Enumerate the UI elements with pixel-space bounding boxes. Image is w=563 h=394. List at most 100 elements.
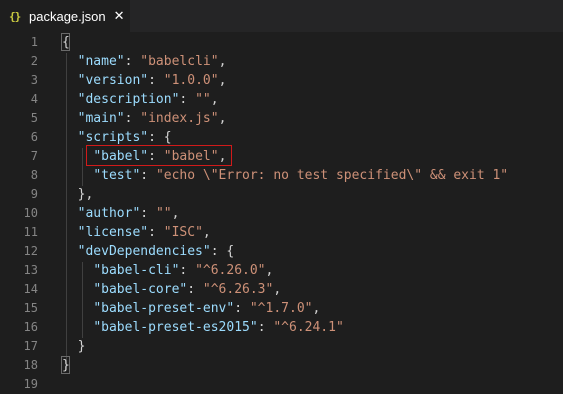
line-number: 8 [30,168,38,182]
json-key: "devDependencies" [77,244,211,259]
code-line[interactable]: 6 "scripts": { [0,128,563,147]
code-text: "test": "echo \"Error: no test specified… [62,166,508,185]
code-line[interactable]: 7 "babel": "babel", [0,147,563,166]
code-text: "version": "1.0.0", [62,71,227,90]
json-punctuation: , [171,206,180,221]
json-punctuation: : [140,206,156,221]
json-string: "" [155,206,172,221]
json-key: "babel-cli" [93,263,180,278]
line-number: 14 [23,282,38,296]
json-braces-icon: {} [9,9,21,23]
code-line[interactable]: 4 "description": "", [0,90,563,109]
line-number: 15 [23,301,38,315]
tab-package-json[interactable]: {} package.json ✕ [0,0,130,32]
json-key: "scripts" [77,130,149,145]
code-text: "babel-preset-es2015": "^6.24.1" [62,318,344,337]
json-punctuation: : [179,263,196,278]
code-line[interactable]: 1{ [0,33,563,52]
json-key: "babel-preset-es2015" [93,320,258,335]
json-punctuation: : { [210,244,235,259]
code-line[interactable]: 10 "author": "", [0,204,563,223]
json-punctuation: : [148,225,164,240]
code-text: "devDependencies": { [62,242,235,261]
code-line[interactable]: 12 "devDependencies": { [0,242,563,261]
json-punctuation: : [234,301,250,316]
line-number: 7 [30,149,38,163]
json-punctuation: , [210,92,219,107]
code-text: "babel-preset-env": "^1.7.0", [62,299,320,318]
line-number: 3 [30,73,38,87]
line-number: 11 [23,225,38,239]
json-punctuation: , [202,225,211,240]
code-text: } [62,337,86,356]
json-punctuation: , [218,54,227,69]
code-text: "license": "ISC", [62,223,211,242]
json-punctuation: : [179,92,196,107]
code-text: "description": "", [62,90,219,109]
line-number: 2 [30,54,38,68]
line-number: 18 [23,358,38,372]
json-string: "^6.26.3" [202,282,274,297]
json-punctuation: : [148,73,164,88]
matching-bracket [61,33,70,51]
json-key: "babel-core" [93,282,188,297]
code-line[interactable]: 8 "test": "echo \"Error: no test specifi… [0,166,563,185]
json-string: "babelcli" [140,54,219,69]
line-number: 13 [23,263,38,277]
line-number: 1 [30,35,38,49]
code-line[interactable]: 16 "babel-preset-es2015": "^6.24.1" [0,318,563,337]
tab-bar: {} package.json ✕ [0,0,563,32]
code-line[interactable]: 2 "name": "babelcli", [0,52,563,71]
code-line[interactable]: 3 "version": "1.0.0", [0,71,563,90]
code-line[interactable]: 5 "main": "index.js", [0,109,563,128]
code-line[interactable]: 13 "babel-cli": "^6.26.0", [0,261,563,280]
tab-label: package.json [29,8,106,24]
code-line[interactable]: 19 [0,375,563,394]
code-text: "babel-core": "^6.26.3", [62,280,281,299]
code-text: "name": "babelcli", [62,52,227,71]
json-punctuation: , [218,111,227,126]
code-editor[interactable]: 1{2 "name": "babelcli", 3 "version": "1.0… [0,32,563,394]
json-string: "^1.7.0" [249,301,313,316]
code-line[interactable]: 11 "license": "ISC", [0,223,563,242]
line-number: 5 [30,111,38,125]
code-line[interactable]: 18} [0,356,563,375]
json-punctuation: } [77,339,86,354]
json-punctuation: : [140,168,156,183]
line-number: 19 [23,377,38,391]
json-punctuation: : [124,111,141,126]
matching-bracket [61,356,70,374]
json-key: "version" [77,73,149,88]
code-text: "main": "index.js", [62,109,227,128]
json-string: "^6.24.1" [273,320,344,335]
json-punctuation: : [124,54,141,69]
line-number: 17 [23,339,38,353]
json-string: "ISC" [163,225,203,240]
code-line[interactable]: 9 }, [0,185,563,204]
json-string: "" [195,92,211,107]
line-number: 4 [30,92,38,106]
code-line[interactable]: 15 "babel-preset-env": "^1.7.0", [0,299,563,318]
json-key: "name" [77,54,125,69]
json-punctuation: , [273,282,282,297]
close-icon[interactable]: ✕ [114,8,125,24]
json-punctuation: }, [77,187,94,202]
json-punctuation: , [265,263,274,278]
code-line[interactable]: 14 "babel-core": "^6.26.3", [0,280,563,299]
json-string: "1.0.0" [163,73,219,88]
json-string: "index.js" [140,111,219,126]
line-number: 9 [30,187,38,201]
code-text: "babel-cli": "^6.26.0", [62,261,273,280]
code-line[interactable]: 17 } [0,337,563,356]
json-string: "^6.26.0" [195,263,266,278]
